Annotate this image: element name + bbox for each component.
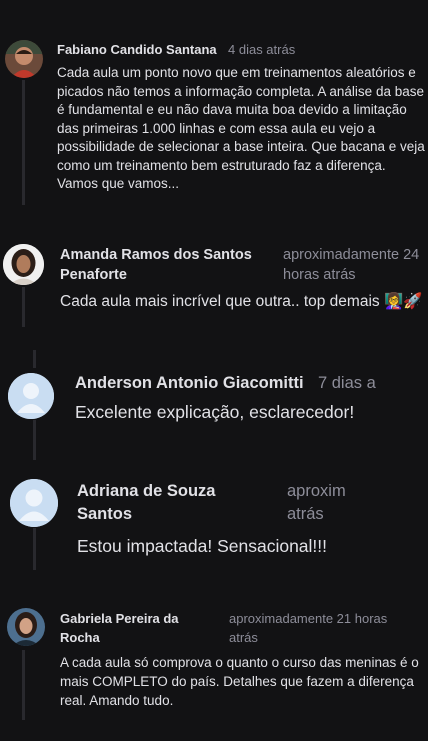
comment-text: A cada aula só comprova o quanto o curso… [60, 655, 419, 708]
comment-time: aproximadamente 24 [283, 247, 420, 263]
comment-author[interactable]: Adriana de Souza [77, 482, 215, 501]
comment-text: Cada aula mais incrível que outra.. top … [60, 293, 423, 310]
comment-time: 7 dias atrás [318, 374, 376, 392]
thread-line [33, 420, 36, 460]
thread-line [33, 528, 36, 570]
comment-text: Excelente explicação, esclarecedor! [75, 402, 355, 422]
comment-time: aproximadamente [287, 482, 345, 500]
comment-time: aproximadamente 21 horas [229, 611, 388, 626]
comment-time: atrás [287, 505, 324, 523]
thread-line [22, 650, 25, 720]
thread-line [22, 80, 25, 205]
avatar[interactable] [7, 608, 45, 646]
default-user-icon[interactable] [8, 373, 54, 419]
comment-author[interactable]: Anderson Antonio Giacomitti [75, 374, 304, 393]
comment-author[interactable]: Amanda Ramos dos Santos [60, 247, 252, 263]
comment-author[interactable]: Santos [77, 505, 132, 524]
comment-author[interactable]: Rocha [60, 630, 100, 645]
comment-author[interactable]: Fabiano Candido Santana [57, 42, 217, 57]
thread-line [22, 287, 25, 327]
comment-time: 4 dias atrás [228, 42, 296, 57]
comment-author[interactable]: Penaforte [60, 267, 127, 283]
default-user-icon[interactable] [10, 479, 58, 527]
comment-text: Cada aula um ponto novo que em treinamen… [57, 65, 425, 191]
comment-time: horas atrás [283, 267, 356, 283]
avatar[interactable] [3, 244, 44, 285]
comment-time: atrás [229, 630, 258, 645]
comment-text: Estou impactada! Sensacional!!! [77, 536, 328, 556]
comment-author[interactable]: Gabriela Pereira da [60, 611, 179, 626]
thread-line [33, 350, 36, 368]
avatar[interactable] [5, 40, 43, 78]
